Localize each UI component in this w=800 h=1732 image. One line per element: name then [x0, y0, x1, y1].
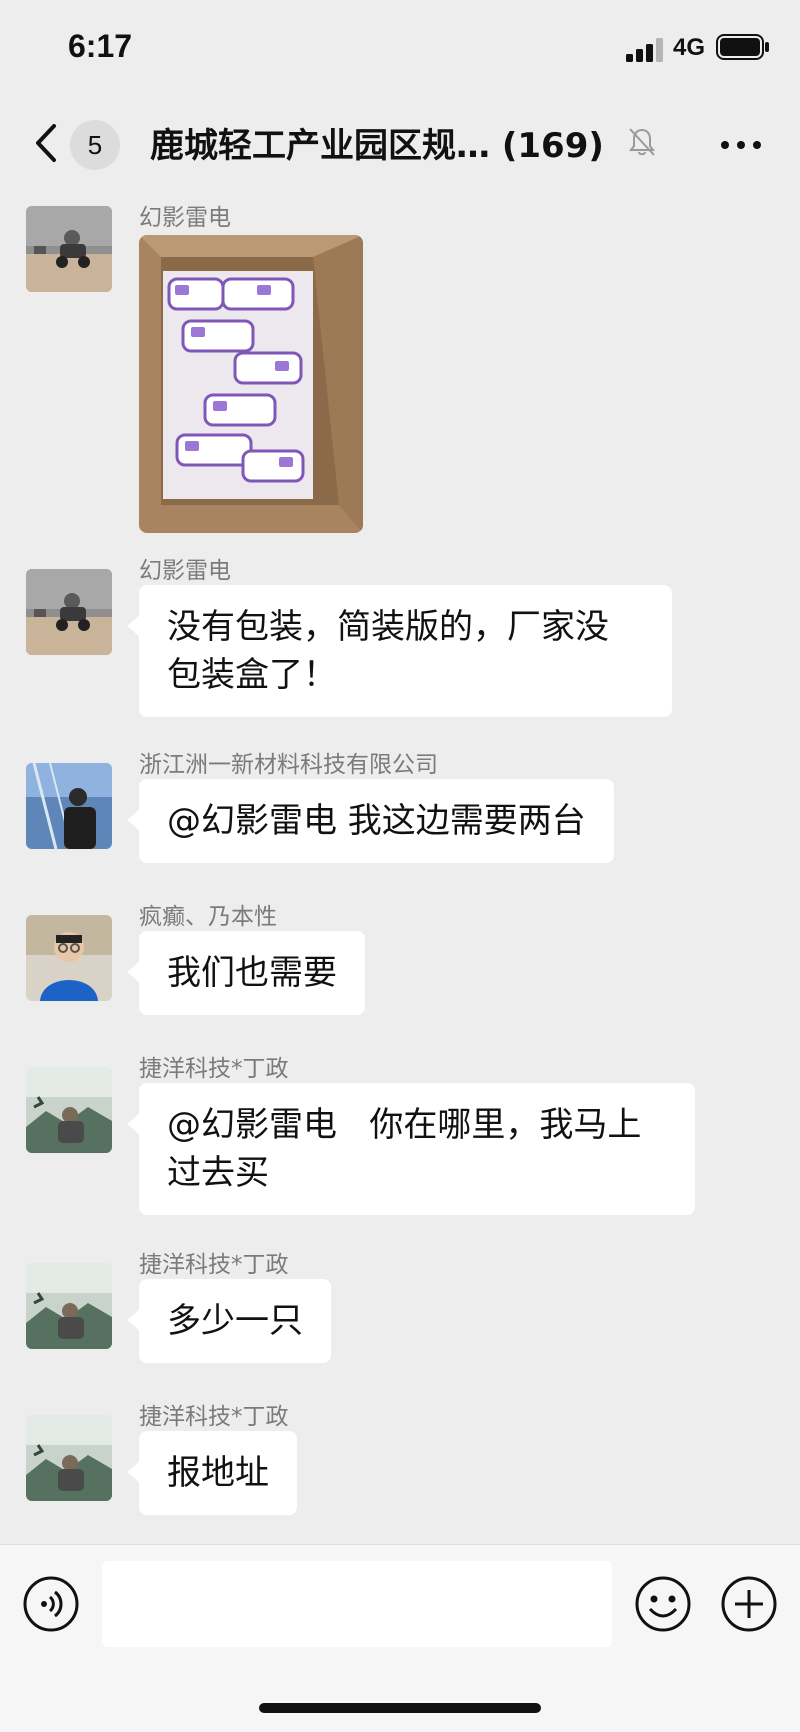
sender-name: 捷洋科技*丁政: [139, 1252, 289, 1278]
battery-icon: [716, 34, 769, 60]
avatar[interactable]: [26, 206, 112, 292]
avatar[interactable]: [26, 763, 112, 849]
message-line: 包装盒了！: [167, 655, 337, 695]
avatar[interactable]: [26, 1067, 112, 1153]
message-line: @幻影雷电 你在哪里，我马上: [167, 1105, 642, 1145]
sender-name: 捷洋科技*丁政: [139, 1404, 289, 1430]
plus-icon[interactable]: [720, 1575, 778, 1633]
chevron-left-icon[interactable]: [28, 118, 68, 168]
avatar[interactable]: [26, 569, 112, 655]
avatar[interactable]: [26, 915, 112, 1001]
emoji-icon[interactable]: [634, 1575, 692, 1633]
message-bubble[interactable]: 多少一只: [127, 1279, 331, 1363]
message-bubble[interactable]: @幻影雷电 你在哪里，我马上 过去买: [127, 1083, 695, 1215]
voice-icon[interactable]: [22, 1575, 80, 1633]
avatar[interactable]: [26, 1263, 112, 1349]
avatar[interactable]: [26, 1415, 112, 1501]
message-bubble[interactable]: @幻影雷电 我这边需要两台: [127, 779, 614, 863]
input-bar: [0, 1544, 800, 1732]
image-message[interactable]: [139, 235, 363, 533]
message-list[interactable]: 幻影雷电 幻影雷电 没有包装，简装版的，厂家没 包装盒了！ 浙江洲一新材料科技有…: [0, 188, 800, 1544]
sender-name: 疯癫、乃本性: [139, 904, 277, 930]
message-bubble[interactable]: 没有包装，简装版的，厂家没 包装盒了！: [127, 585, 672, 717]
sender-name: 幻影雷电: [139, 205, 231, 231]
signal-icon: [626, 38, 663, 62]
message-line: 我们也需要: [167, 953, 337, 993]
unread-count-badge[interactable]: 5: [70, 120, 120, 170]
message-line: 多少一只: [167, 1301, 303, 1341]
ellipsis-icon[interactable]: [718, 130, 764, 160]
message-line: 过去买: [167, 1153, 269, 1193]
sender-name: 幻影雷电: [139, 558, 231, 584]
status-time: 6:17: [68, 28, 133, 64]
message-bubble[interactable]: 我们也需要: [127, 931, 365, 1015]
bell-slash-icon: [629, 128, 655, 156]
message-bubble[interactable]: 报地址: [127, 1431, 297, 1515]
chat-title[interactable]: 鹿城轻工产业园区规… (169): [150, 118, 630, 167]
message-line: 报地址: [167, 1453, 269, 1493]
network-label: 4G: [673, 34, 706, 61]
status-bar: 6:17 4G: [0, 0, 800, 100]
sender-name: 捷洋科技*丁政: [139, 1056, 289, 1082]
message-input[interactable]: [102, 1561, 612, 1647]
sender-name: 浙江洲一新材料科技有限公司: [139, 752, 438, 778]
home-indicator: [259, 1703, 541, 1713]
chat-header: 5 鹿城轻工产业园区规… (169): [0, 100, 800, 188]
message-line: 没有包装，简装版的，厂家没: [167, 607, 609, 647]
message-line: @幻影雷电 我这边需要两台: [167, 801, 586, 841]
